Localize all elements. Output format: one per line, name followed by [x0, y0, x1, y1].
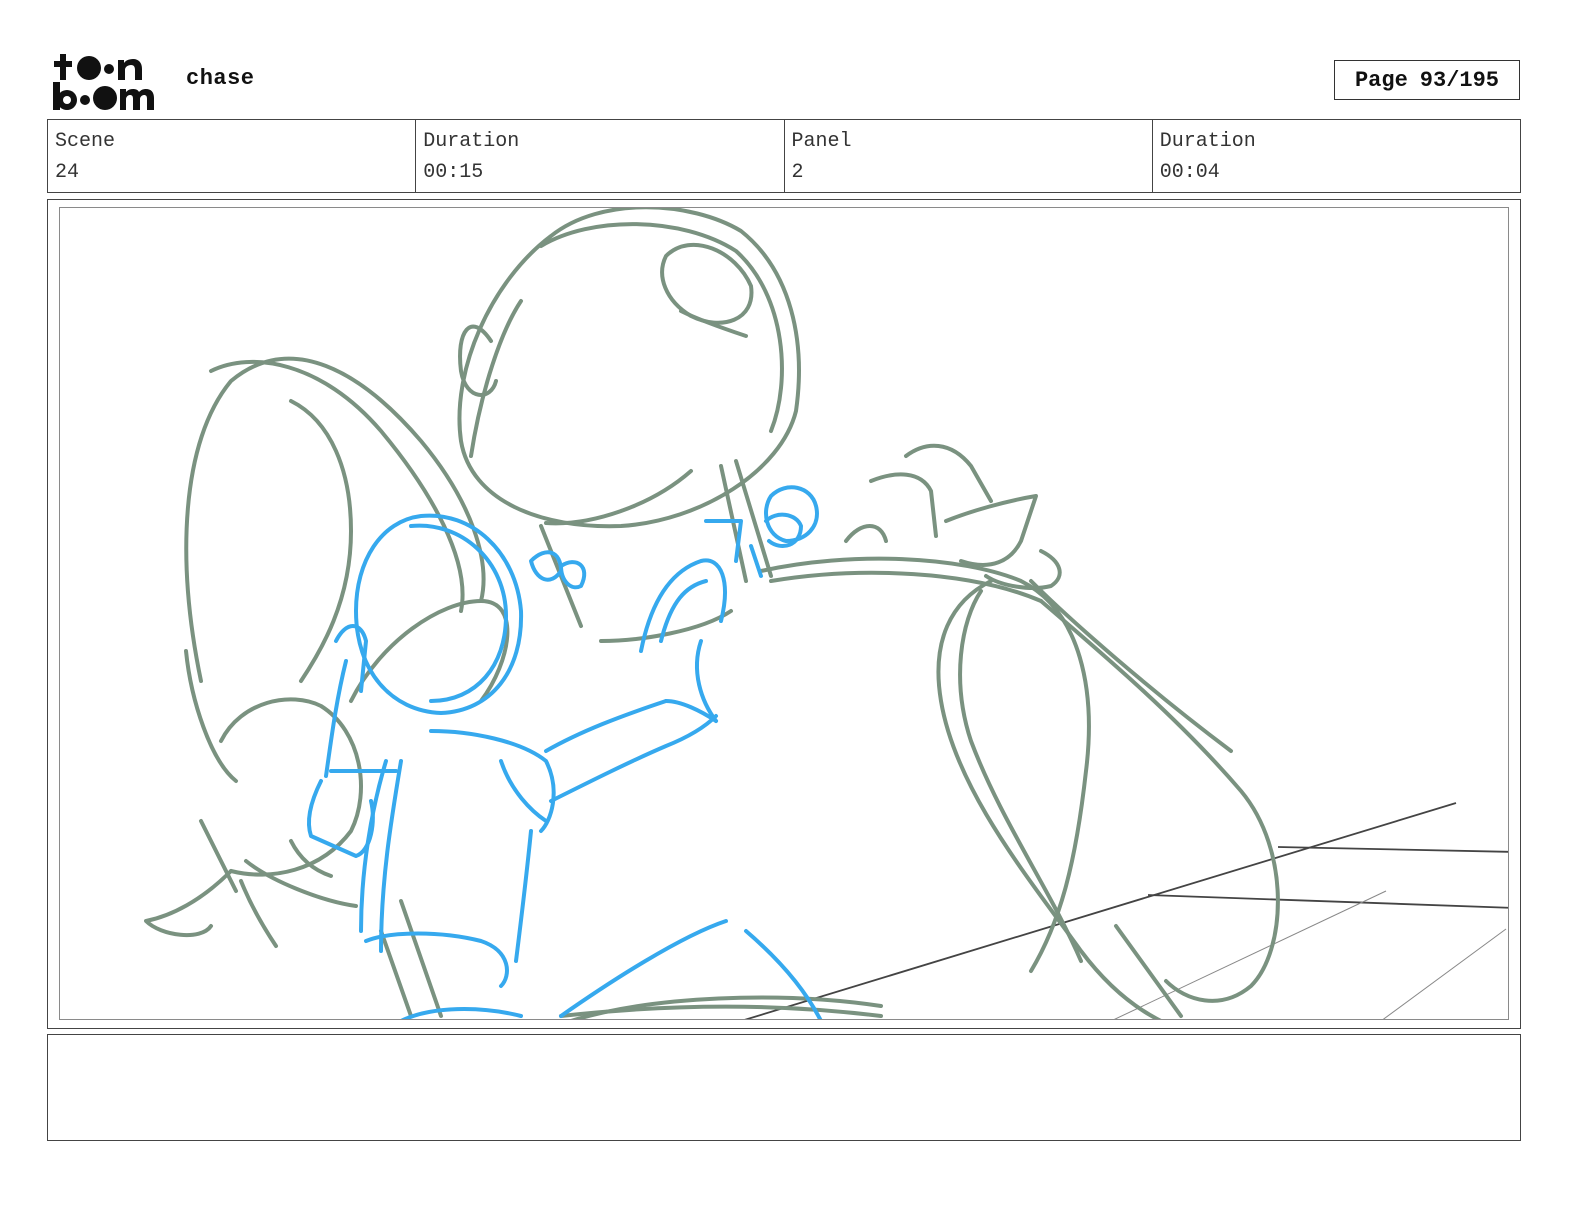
panel-duration-cell: Duration 00:04 — [1153, 120, 1520, 192]
panel-duration-label: Duration — [1159, 130, 1256, 153]
perspective-lines — [744, 802, 1508, 1019]
storyboard-sketch — [144, 208, 1508, 1019]
toonboom-logo — [50, 52, 165, 112]
panel-duration-value: 00:04 — [1159, 161, 1220, 184]
panel-image — [59, 207, 1509, 1020]
scene-label: Scene — [55, 130, 116, 153]
panel-notes-box — [47, 1034, 1521, 1141]
rough-sketch — [144, 208, 1280, 1019]
panel-value: 2 — [791, 161, 804, 184]
panel-cell: Panel 2 — [785, 120, 1153, 192]
scene-duration-label: Duration — [423, 130, 520, 153]
scene-duration-value: 00:15 — [423, 161, 484, 184]
project-title: chase — [186, 66, 255, 91]
scene-value: 24 — [55, 161, 80, 184]
scene-duration-cell: Duration 00:15 — [416, 120, 785, 192]
panel-label: Panel — [791, 130, 852, 153]
page-indicator: Page 93/195 — [1334, 60, 1520, 100]
scene-cell: Scene 24 — [48, 120, 417, 192]
page-label: Page — [1354, 67, 1408, 93]
scene-info-row: Scene 24 Duration 00:15 Panel 2 Duration… — [47, 119, 1521, 193]
page-number: 93/195 — [1419, 67, 1500, 93]
